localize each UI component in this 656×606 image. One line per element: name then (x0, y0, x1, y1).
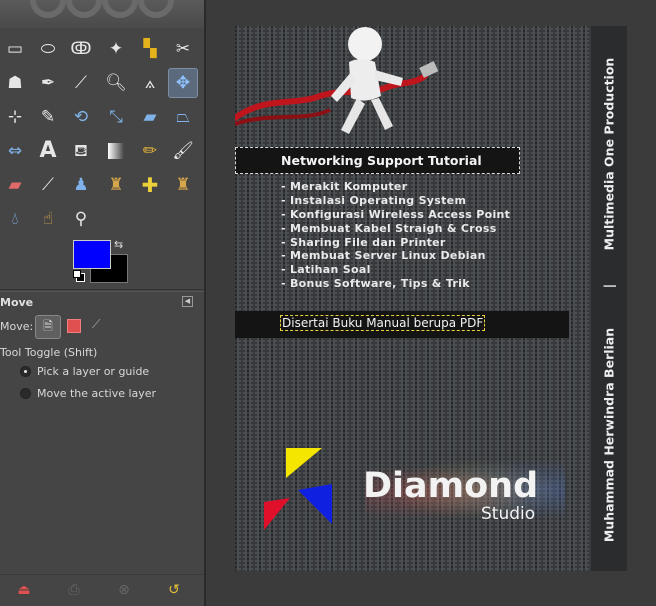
toolbox-header-decoration (0, 0, 204, 28)
save-options-icon[interactable]: ⏏ (14, 580, 34, 600)
text-icon[interactable]: A (33, 136, 63, 166)
list-item: - Merakit Komputer (281, 180, 408, 193)
tool-options-title: Move (0, 296, 34, 309)
side-text-author: Muhammad Herwindra Berlian (601, 327, 617, 543)
manual-note-text: Disertai Buku Manual berupa PDF (280, 315, 486, 331)
manual-note-box: Disertai Buku Manual berupa PDF (235, 311, 569, 338)
dodge-burn-icon[interactable]: ⚲ (66, 204, 96, 234)
fuzzy-select-icon[interactable]: ✦ (101, 34, 131, 64)
brand-name: Diamond (363, 466, 539, 506)
airbrush-icon[interactable]: ⟋ (33, 170, 63, 200)
diamond-studio-logo (264, 448, 332, 530)
heal-icon[interactable]: ✚ (135, 170, 165, 200)
tool-options-menu-icon[interactable]: ◀ (182, 296, 193, 307)
move-selection-mode-button[interactable] (67, 319, 81, 333)
clone-icon[interactable]: ♜ (101, 170, 131, 200)
ink-icon[interactable]: ♟ (66, 170, 96, 200)
blend-icon[interactable] (101, 136, 131, 166)
list-item: - Sharing File dan Printer (281, 236, 446, 249)
zoom-icon[interactable]: 🔍︎ (101, 68, 131, 98)
side-text-production: Multimedia One Production (601, 57, 617, 250)
radio-pick-layer[interactable] (20, 366, 31, 377)
foreground-color-swatch[interactable] (73, 240, 111, 269)
move-layer-mode-button[interactable]: 🗎︎ (35, 315, 61, 339)
radio-move-active-layer[interactable] (20, 388, 31, 399)
delete-options-icon: ⊗ (118, 582, 130, 598)
side-divider: | (602, 283, 616, 289)
free-select-icon[interactable]: ↂ (66, 34, 96, 64)
crop-icon[interactable]: ✎ (33, 102, 63, 132)
align-icon[interactable]: ⊹ (0, 102, 30, 132)
ellipse-select-icon[interactable]: ⬭ (33, 34, 63, 64)
eraser-icon[interactable]: ▰ (0, 170, 30, 200)
scissors-select-icon[interactable]: ✂ (168, 34, 198, 64)
title-box: Networking Support Tutorial (235, 147, 520, 174)
list-item: - Instalasi Operating System (281, 194, 467, 207)
move-label: Move: (0, 320, 34, 333)
color-picker-icon[interactable]: ⟋ (66, 68, 96, 98)
reset-options-icon[interactable]: ↺ (164, 580, 184, 600)
perspective-clone-icon[interactable]: ♜ (168, 170, 198, 200)
image-canvas-area[interactable]: Networking Support Tutorial - Merakit Ko… (206, 0, 656, 606)
default-colors-icon[interactable] (73, 270, 85, 282)
foreground-select-icon[interactable]: ☗ (0, 68, 30, 98)
brand-sub: Studio (481, 504, 536, 524)
flip-icon[interactable]: ⇔ (0, 136, 30, 166)
list-item: - Membuat Kabel Straigh & Cross (281, 222, 497, 235)
list-item: - Latihan Soal (281, 263, 371, 276)
perspective-icon[interactable]: ⏢ (168, 102, 198, 132)
cd-cover-image: Networking Support Tutorial - Merakit Ko… (235, 26, 627, 571)
toolbox-panel: ▭ ⬭ ↂ ✦ ▚ ✂ ☗ ✒ ⟋ 🔍︎ ⟑ ✥ ⊹ ✎ ⟲ ⤡ ▰ ⏢ ⇔ A… (0, 0, 206, 606)
measure-icon[interactable]: ⟑ (135, 68, 165, 98)
figure-with-cable-illustration (235, 27, 439, 134)
pencil-icon[interactable]: ✏ (135, 136, 165, 166)
swap-colors-icon[interactable]: ⇆ (114, 238, 123, 251)
paintbrush-icon[interactable]: 🖌︎ (168, 136, 198, 166)
smudge-icon[interactable]: ☝ (33, 204, 63, 234)
blur-icon[interactable]: 💧︎ (0, 204, 30, 234)
title-text: Networking Support Tutorial (281, 153, 482, 168)
list-item: - Membuat Server Linux Debian (281, 249, 486, 262)
side-strip: Multimedia One Production | Muhammad Her… (591, 26, 627, 571)
radio-pick-layer-label: Pick a layer or guide (37, 365, 150, 378)
paths-icon[interactable]: ✒ (33, 68, 63, 98)
restore-options-icon: ⎙ (68, 582, 80, 598)
rect-select-icon[interactable]: ▭ (0, 34, 30, 64)
list-item: - Bonus Software, Tips & Trik (281, 277, 470, 290)
radio-move-active-layer-label: Move the active layer (37, 387, 157, 400)
color-select-icon[interactable]: ▚ (135, 34, 165, 64)
move-icon[interactable]: ✥ (168, 68, 198, 98)
list-item: - Konfigurasi Wireless Access Point (281, 208, 511, 221)
shear-icon[interactable]: ▰ (135, 102, 165, 132)
scale-icon[interactable]: ⤡ (101, 102, 131, 132)
bucket-fill-icon[interactable]: ⛾ (66, 136, 96, 166)
tool-toggle-label: Tool Toggle (Shift) (0, 346, 98, 359)
rotate-icon[interactable]: ⟲ (66, 102, 96, 132)
move-path-mode-button[interactable]: ⟋ (92, 317, 100, 332)
layer-icon: 🗎︎ (43, 318, 53, 333)
